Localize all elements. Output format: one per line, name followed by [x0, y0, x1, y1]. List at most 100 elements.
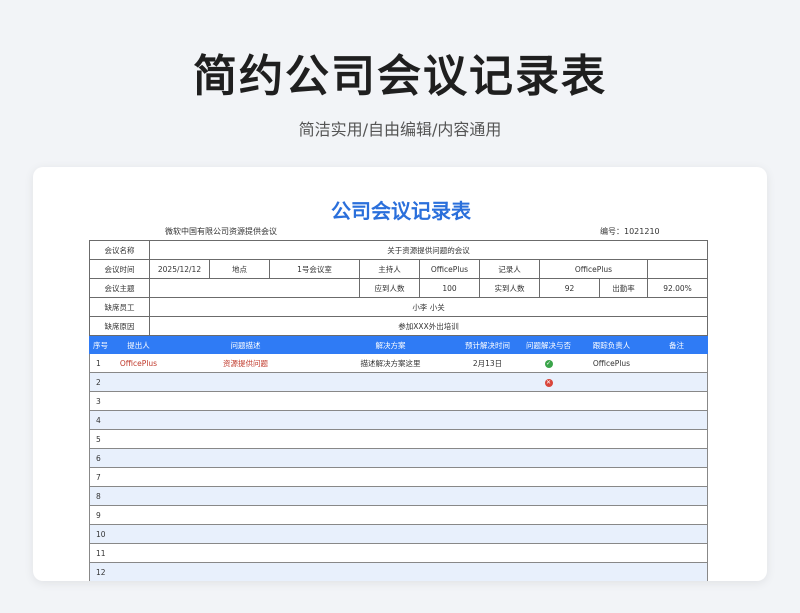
cell-proposer[interactable] [111, 486, 166, 506]
cell-issue[interactable] [165, 410, 326, 430]
cell-due[interactable] [455, 372, 520, 392]
cell-note[interactable] [645, 372, 708, 392]
place-cell[interactable]: 1号会议室 [269, 259, 360, 279]
cell-resolved[interactable]: ✕ [519, 372, 578, 392]
cell-resolved[interactable]: ✓ [519, 353, 578, 373]
cell-owner[interactable] [577, 372, 646, 392]
cell-resolved[interactable] [519, 524, 578, 544]
cell-note[interactable] [645, 410, 708, 430]
cell-solution[interactable] [325, 410, 456, 430]
recorder-cell[interactable]: OfficePlus [539, 259, 648, 279]
cell-due[interactable] [455, 429, 520, 449]
cell-issue[interactable] [165, 486, 326, 506]
cell-resolved[interactable] [519, 391, 578, 411]
cell-issue[interactable] [165, 505, 326, 525]
cell-solution[interactable]: 描述解决方案这里 [325, 353, 456, 373]
empty-cell[interactable] [646, 259, 709, 279]
cell-note[interactable] [645, 429, 708, 449]
cell-solution[interactable] [325, 486, 456, 506]
cell-proposer[interactable] [111, 524, 166, 544]
cell-owner[interactable]: OfficePlus [577, 353, 646, 373]
cell-due[interactable] [455, 524, 520, 544]
cell-solution[interactable] [325, 562, 456, 581]
cell-proposer[interactable] [111, 448, 166, 468]
cell-proposer[interactable] [111, 562, 166, 581]
cell-owner[interactable] [577, 524, 646, 544]
cell-proposer[interactable] [111, 429, 166, 449]
cell-solution[interactable] [325, 524, 456, 544]
cell-issue[interactable] [165, 524, 326, 544]
cell-issue[interactable] [165, 543, 326, 563]
cell-solution[interactable] [325, 448, 456, 468]
cell-issue[interactable] [165, 467, 326, 487]
cell-solution[interactable] [325, 543, 456, 563]
actual-cell[interactable]: 92 [539, 278, 600, 298]
info-row-reason: 缺席原因 参加XXX外出培训 [89, 316, 709, 336]
document-number-value: 1021210 [624, 227, 660, 236]
reason-cell[interactable]: 参加XXX外出培训 [148, 316, 709, 336]
cell-index: 1 [89, 353, 112, 373]
cell-solution[interactable] [325, 391, 456, 411]
cell-due[interactable] [455, 505, 520, 525]
cell-owner[interactable] [577, 429, 646, 449]
cell-owner[interactable] [577, 410, 646, 430]
cell-due[interactable] [455, 410, 520, 430]
cell-owner[interactable] [577, 467, 646, 487]
cell-proposer[interactable] [111, 372, 166, 392]
cell-note[interactable] [645, 524, 708, 544]
cell-proposer[interactable] [111, 391, 166, 411]
cell-issue[interactable] [165, 372, 326, 392]
cell-issue[interactable] [165, 562, 326, 581]
cell-note[interactable] [645, 467, 708, 487]
cell-owner[interactable] [577, 543, 646, 563]
cell-owner[interactable] [577, 486, 646, 506]
cell-proposer[interactable] [111, 410, 166, 430]
cell-note[interactable] [645, 505, 708, 525]
host-cell[interactable]: OfficePlus [419, 259, 480, 279]
cell-proposer[interactable] [111, 467, 166, 487]
cell-solution[interactable] [325, 429, 456, 449]
cell-resolved[interactable] [519, 505, 578, 525]
absent-cell[interactable]: 小李 小关 [148, 297, 709, 317]
cell-owner[interactable] [577, 505, 646, 525]
cell-resolved[interactable] [519, 543, 578, 563]
cell-note[interactable] [645, 562, 708, 581]
meeting-time-cell[interactable]: 2025/12/12 [149, 259, 210, 279]
cell-note[interactable] [645, 448, 708, 468]
cell-proposer[interactable] [111, 505, 166, 525]
cell-resolved[interactable] [519, 467, 578, 487]
topic-cell[interactable] [149, 278, 360, 298]
expected-cell[interactable]: 100 [419, 278, 480, 298]
cell-due[interactable]: 2月13日 [455, 353, 520, 373]
cell-issue[interactable] [165, 429, 326, 449]
cell-due[interactable] [455, 562, 520, 581]
cell-due[interactable] [455, 391, 520, 411]
cell-resolved[interactable] [519, 429, 578, 449]
cell-note[interactable] [645, 486, 708, 506]
cell-note[interactable] [645, 391, 708, 411]
cell-solution[interactable] [325, 467, 456, 487]
cell-due[interactable] [455, 467, 520, 487]
cell-resolved[interactable] [519, 486, 578, 506]
cell-solution[interactable] [325, 372, 456, 392]
cell-due[interactable] [455, 448, 520, 468]
cell-issue[interactable]: 资源提供问题 [165, 353, 326, 373]
meeting-name-cell[interactable]: 关于资源提供问题的会议 [148, 240, 709, 260]
cell-owner[interactable] [577, 391, 646, 411]
cell-owner[interactable] [577, 562, 646, 581]
header-col-owner: 跟踪负责人 [577, 336, 646, 354]
cell-resolved[interactable] [519, 448, 578, 468]
cell-resolved[interactable] [519, 410, 578, 430]
cell-issue[interactable] [165, 391, 326, 411]
cell-proposer[interactable]: OfficePlus [111, 353, 166, 373]
cell-solution[interactable] [325, 505, 456, 525]
cell-note[interactable] [645, 353, 708, 373]
rate-cell[interactable]: 92.00% [646, 278, 709, 298]
cell-due[interactable] [455, 486, 520, 506]
cell-resolved[interactable] [519, 562, 578, 581]
cell-proposer[interactable] [111, 543, 166, 563]
cell-owner[interactable] [577, 448, 646, 468]
cell-due[interactable] [455, 543, 520, 563]
cell-issue[interactable] [165, 448, 326, 468]
cell-note[interactable] [645, 543, 708, 563]
